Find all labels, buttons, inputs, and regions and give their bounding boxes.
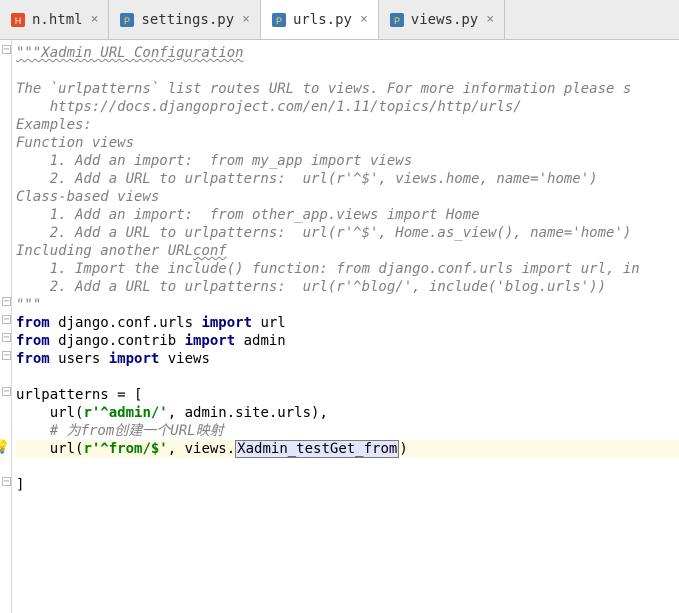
close-icon[interactable]: × [242,12,250,27]
code-line: from django.conf.urls import url [16,315,286,331]
gutter[interactable]: − − − − − − 💡 − [0,40,12,613]
tab-label: views.py [411,12,478,28]
close-icon[interactable]: × [360,12,368,27]
active-code-line: url(r'^from/$', views.Xadmin_testGet_fro… [16,440,679,458]
close-icon[interactable]: × [486,12,494,27]
code-line: urlpatterns = [ [16,387,142,403]
docstring-line: Examples: [16,117,92,133]
tab-settings[interactable]: P settings.py × [109,0,261,39]
highlighted-identifier: Xadmin_testGet_from [235,440,399,458]
docstring-line: """Xadmin URL Configuration [16,45,244,61]
svg-text:P: P [394,16,400,26]
docstring-line: https://docs.djangoproject.com/en/1.11/t… [16,99,522,115]
svg-text:H: H [15,16,22,26]
tab-label: n.html [32,12,83,28]
tab-label: urls.py [293,12,352,28]
tab-html[interactable]: H n.html × [0,0,109,39]
docstring-line: 1. Add an import: from my_app import vie… [16,153,412,169]
fold-toggle-icon[interactable]: − [2,387,11,396]
tab-urls[interactable]: P urls.py × [261,0,379,39]
fold-toggle-icon[interactable]: − [2,333,11,342]
tab-views[interactable]: P views.py × [379,0,505,39]
svg-text:P: P [276,16,282,26]
docstring-line: """ [16,297,41,313]
python-file-icon: P [271,12,287,28]
docstring-line: 1. Import the include() function: from d… [16,261,640,277]
tab-bar: H n.html × P settings.py × P urls.py × P… [0,0,679,40]
docstring-line: 2. Add a URL to urlpatterns: url(r'^$', … [16,225,631,241]
code-line: ] [16,477,24,493]
html-file-icon: H [10,12,26,28]
intention-bulb-icon[interactable]: 💡 [0,440,10,456]
code-line: from django.contrib import admin [16,333,286,349]
fold-toggle-icon[interactable]: − [2,45,11,54]
docstring-line: Including another URLconf [16,243,227,259]
python-file-icon: P [119,12,135,28]
code-area[interactable]: """Xadmin URL Configuration The `urlpatt… [12,40,679,613]
fold-toggle-icon[interactable]: − [2,351,11,360]
fold-toggle-icon[interactable]: − [2,297,11,306]
code-line: url(r'^admin/', admin.site.urls), [16,405,328,421]
svg-text:P: P [124,16,130,26]
editor: − − − − − − 💡 − """Xadmin URL Configurat… [0,40,679,613]
code-line: # 为from创建一个URL映射 [16,423,224,439]
docstring-line: 1. Add an import: from other_app.views i… [16,207,480,223]
docstring-line: The `urlpatterns` list routes URL to vie… [16,81,631,97]
close-icon[interactable]: × [91,12,99,27]
python-file-icon: P [389,12,405,28]
tab-label: settings.py [141,12,234,28]
fold-toggle-icon[interactable]: − [2,315,11,324]
docstring-line: 2. Add a URL to urlpatterns: url(r'^$', … [16,171,598,187]
docstring-line: 2. Add a URL to urlpatterns: url(r'^blog… [16,279,606,295]
docstring-line: Class-based views [16,189,159,205]
fold-toggle-icon[interactable]: − [2,477,11,486]
docstring-line: Function views [16,135,134,151]
code-line: from users import views [16,351,210,367]
